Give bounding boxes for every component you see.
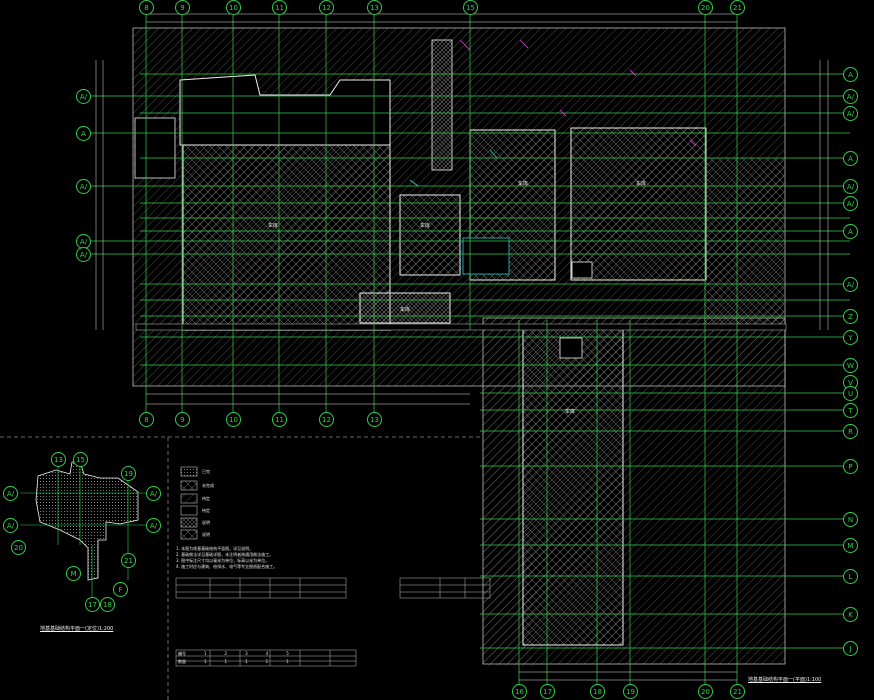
grid-bubble: A/ xyxy=(843,196,858,211)
grid-bubble: T xyxy=(843,403,858,418)
legend-label: 待定 xyxy=(202,496,210,501)
grid-bubble: N xyxy=(843,512,858,527)
key-grid-bubble: M xyxy=(66,566,81,581)
grid-bubble: 20 xyxy=(698,684,713,699)
grid-bubble: Z xyxy=(843,309,858,324)
grid-bubble: A/ xyxy=(76,179,91,194)
table-cell: 1 xyxy=(286,659,289,664)
grid-bubble: R xyxy=(843,424,858,439)
grid-bubble: 10 xyxy=(226,0,241,15)
key-grid-bubble: 21 xyxy=(121,553,136,568)
key-grid-bubble: A/ xyxy=(146,486,161,501)
grid-bubble: 13 xyxy=(367,412,382,427)
legend-label: 已完 xyxy=(202,469,210,474)
note-line: 4. 施工时应与建筑、给排水、电气等专业图纸配合施工。 xyxy=(176,564,278,569)
key-plan-title: 地基基础结构平面一(定位)1:200 xyxy=(40,626,114,632)
grid-bubble: 21 xyxy=(730,0,745,15)
key-grid-bubble: 17 xyxy=(85,597,100,612)
key-grid-bubble: A/ xyxy=(3,486,18,501)
grid-bubble: 15 xyxy=(463,0,478,15)
grid-bubble: U xyxy=(843,386,858,401)
grid-bubble: K xyxy=(843,607,858,622)
grid-bubble: L xyxy=(843,569,858,584)
table-cell: 数量 xyxy=(178,659,186,664)
grid-bubble: A xyxy=(843,224,858,239)
grid-bubble: Y xyxy=(843,330,858,345)
grid-bubble: 16 xyxy=(512,684,527,699)
grid-bubble: A/ xyxy=(76,89,91,104)
room-label: 车库 xyxy=(636,181,647,187)
key-grid-bubble: A/ xyxy=(146,518,161,533)
table-cell: 1 xyxy=(245,659,248,664)
table-cell: 4 xyxy=(265,651,269,656)
table-row: 编号 1 2 3 4 5 xyxy=(178,651,289,657)
grid-bubble: 8 xyxy=(139,412,154,427)
grid-bubble: 11 xyxy=(272,412,287,427)
grid-bubble: 18 xyxy=(590,684,605,699)
table-cell: 2 xyxy=(224,651,228,656)
legend-label: 说明 xyxy=(202,520,210,525)
room-label: 车库 xyxy=(400,307,411,313)
grid-bubble: J xyxy=(843,641,858,656)
table-cell: 1 xyxy=(204,651,207,656)
room-label: 车库 xyxy=(565,409,576,415)
table-cell: 1 xyxy=(224,659,228,664)
grid-bubble: A xyxy=(843,151,858,166)
grid-bubble: A xyxy=(76,126,91,141)
legend-label: 待定 xyxy=(202,508,210,513)
legend-swatches xyxy=(180,466,198,540)
grid-bubble: 12 xyxy=(319,412,334,427)
key-grid-bubble: 18 xyxy=(100,597,115,612)
key-grid-bubble: 15 xyxy=(73,452,88,467)
table-row: 数量 1 1 1 1 1 xyxy=(178,659,289,665)
grid-bubble: 10 xyxy=(226,412,241,427)
key-grid-bubble: A/ xyxy=(3,518,18,533)
grid-bubble: A/ xyxy=(843,179,858,194)
key-grid-bubble: 13 xyxy=(51,452,66,467)
cad-drawing xyxy=(0,8,850,700)
grid-bubble: 20 xyxy=(698,0,713,15)
grid-bubble: A/ xyxy=(76,247,91,262)
grid-bubble: 13 xyxy=(367,0,382,15)
grid-bubble: P xyxy=(843,459,858,474)
grid-bubble: 9 xyxy=(175,0,190,15)
legend-label: 说明 xyxy=(202,532,210,537)
key-grid-bubble: 20 xyxy=(11,540,26,555)
room-label: 车库 xyxy=(518,181,529,187)
grid-bubble: A/ xyxy=(843,277,858,292)
grid-bubble: 11 xyxy=(272,0,287,15)
grid-bubble: A/ xyxy=(843,89,858,104)
grid-bubble: 17 xyxy=(540,684,555,699)
grid-bubble: 8 xyxy=(139,0,154,15)
main-plan-title: 地基基础结构平面一(平面)1:100 xyxy=(748,677,822,683)
legend-label: 未完成 xyxy=(202,483,214,488)
table-cell: 5 xyxy=(286,651,289,656)
key-grid-bubble: 19 xyxy=(121,466,136,481)
grid-bubble: A xyxy=(843,67,858,82)
key-grid-bubble: F xyxy=(113,582,128,597)
grid-bubble: 21 xyxy=(730,684,745,699)
grid-bubble: A/ xyxy=(843,106,858,121)
grid-bubble: 9 xyxy=(175,412,190,427)
room-label: 车库 xyxy=(420,223,431,229)
table-cell: 3 xyxy=(245,651,248,656)
table-cell: 编号 xyxy=(178,651,186,656)
table-cell: 1 xyxy=(265,659,269,664)
grid-bubble: 12 xyxy=(319,0,334,15)
notes-block: 1. 本图为地基基础结构平面图，详见说明。 2. 基础做法详见基础详图，未注明者… xyxy=(176,546,277,570)
table-cell: 1 xyxy=(204,659,207,664)
grid-bubble: 19 xyxy=(623,684,638,699)
room-label: 车库 xyxy=(268,223,279,229)
grid-bubble: M xyxy=(843,538,858,553)
grid-bubble: W xyxy=(843,358,858,373)
